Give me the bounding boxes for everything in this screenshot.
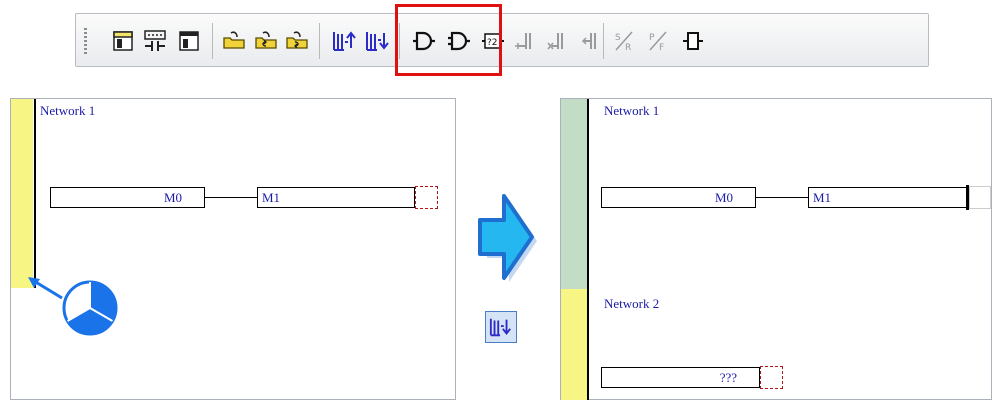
toolbar-separator <box>319 23 320 59</box>
contact-field[interactable]: M1 <box>808 187 968 208</box>
network-1-bar[interactable] <box>561 99 587 289</box>
parallel-branch-icon <box>510 26 540 56</box>
contact-field[interactable]: M0 <box>601 187 756 208</box>
left-ladder-editor[interactable] <box>10 98 456 400</box>
network-label: Network 2 <box>604 296 660 311</box>
power-rail <box>34 99 36 288</box>
coil-placeholder[interactable] <box>760 366 783 389</box>
ladder-toolbar: ?2 SR PF <box>75 13 929 67</box>
coil-slot[interactable] <box>969 186 991 209</box>
open-folder-icon[interactable] <box>219 26 249 56</box>
insert-network-above-icon[interactable] <box>330 26 360 56</box>
rung-wire <box>205 197 257 198</box>
svg-text:P: P <box>649 33 655 43</box>
svg-text:F: F <box>659 43 664 52</box>
insert-network-below-icon[interactable] <box>363 26 393 56</box>
network-selection-bar[interactable] <box>11 99 33 288</box>
set-reset-icon: SR <box>609 26 639 56</box>
window-icon[interactable] <box>174 26 204 56</box>
contact-field[interactable]: M0 <box>50 187 205 208</box>
highlight-box <box>395 4 502 76</box>
svg-text:S: S <box>615 33 621 43</box>
contact-field[interactable]: M1 <box>257 187 415 208</box>
pulse-falling-icon: PF <box>643 26 673 56</box>
folder-down-icon[interactable] <box>282 26 312 56</box>
network-label: Network 1 <box>604 103 660 118</box>
coil-placeholder[interactable] <box>415 186 438 209</box>
right-ladder-editor[interactable] <box>560 98 992 400</box>
toolbar-separator <box>212 23 213 59</box>
toolbar-grip[interactable] <box>84 28 87 54</box>
network-2-bar[interactable] <box>561 289 587 400</box>
toolbar-separator <box>603 23 604 59</box>
branch-x-icon <box>542 26 572 56</box>
folder-up-icon[interactable] <box>251 26 281 56</box>
power-rail <box>587 99 589 400</box>
network-label: Network 1 <box>40 103 96 118</box>
branch-left-icon <box>574 26 604 56</box>
rung-wire <box>756 197 808 198</box>
click-annotation <box>28 277 118 336</box>
coil-box-icon[interactable] <box>678 26 708 56</box>
arrow-right-icon <box>478 194 537 282</box>
svg-text:R: R <box>625 43 631 52</box>
contact-field[interactable]: ??? <box>601 367 760 388</box>
contact-instruction-icon[interactable] <box>140 26 170 56</box>
new-diagram-icon[interactable] <box>108 26 138 56</box>
insert-network-below-icon[interactable] <box>485 311 517 343</box>
